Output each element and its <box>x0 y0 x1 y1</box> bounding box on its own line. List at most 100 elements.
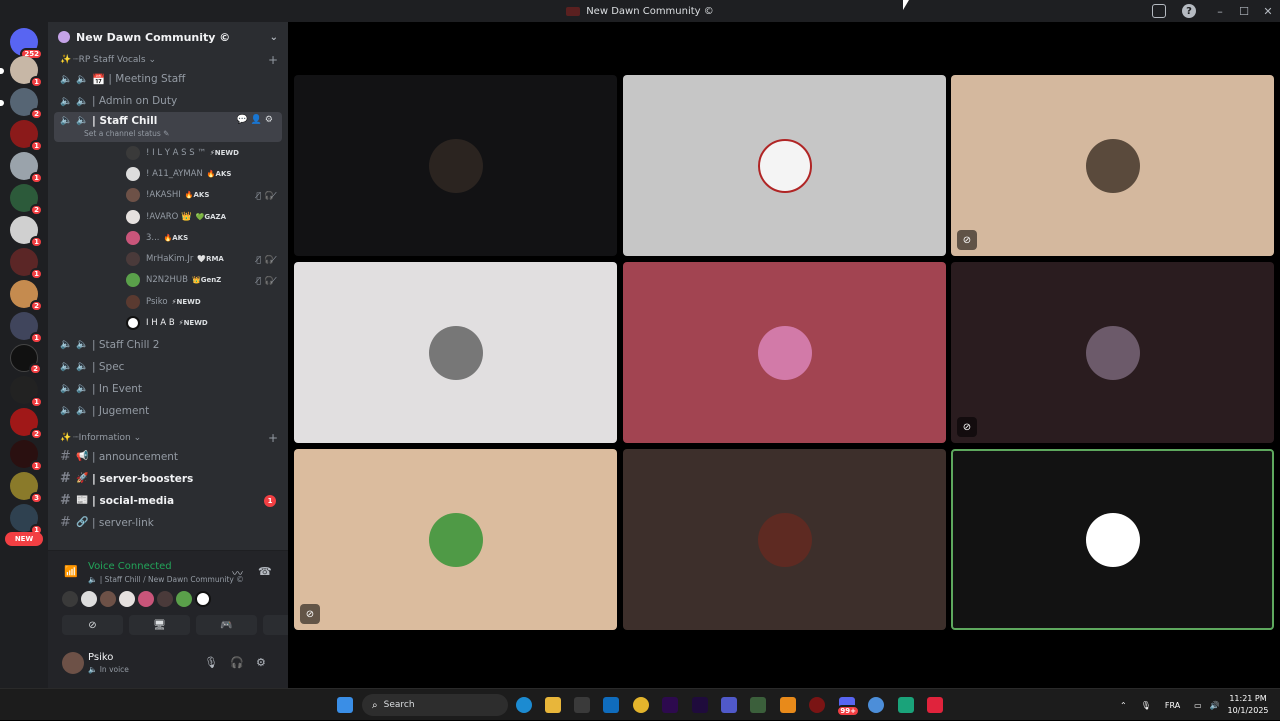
participant-tile[interactable] <box>294 75 617 256</box>
channel-tools[interactable]: 💬👤⚙ <box>237 115 276 125</box>
voice-member[interactable]: 3... 🔥AKS <box>48 227 288 248</box>
participant-tile[interactable] <box>294 262 617 443</box>
screen-share-button[interactable]: 🖥 <box>129 615 190 635</box>
voice-member[interactable]: !AKASHI 🔥AKS 🎙̸🎧̸ <box>48 185 288 206</box>
taskbar-search[interactable]: ⌕ Search <box>362 694 508 716</box>
participant-tile[interactable]: ⊘ <box>951 75 1274 256</box>
server-icon[interactable]: 2 <box>10 280 43 312</box>
avatar[interactable] <box>157 591 173 607</box>
minimize-button[interactable]: – <box>1208 5 1232 18</box>
chrome-icon[interactable] <box>868 697 884 713</box>
voice-channel-path[interactable]: 🔈 | Staff Chill / New Dawn Community © <box>88 575 244 584</box>
channel-spec[interactable]: 🔈 🔈 | Spec <box>54 356 282 378</box>
channel-jugement[interactable]: 🔈 🔈 | Jugement <box>54 400 282 422</box>
server-icon[interactable]: 1 <box>10 216 43 248</box>
voice-member[interactable]: Psiko ⚡NEWD <box>48 291 288 312</box>
server-icon[interactable]: 2 <box>10 344 42 375</box>
voice-member[interactable]: N2N2HUB 👑GenZ 🎙̸🎧̸ <box>48 270 288 291</box>
participant-tile[interactable] <box>623 262 946 443</box>
minecraft-icon[interactable] <box>750 697 766 713</box>
server-icon[interactable]: 1 <box>10 504 43 536</box>
username[interactable]: Psiko <box>88 652 113 663</box>
chevron-up-icon[interactable]: ⌃ <box>1120 701 1127 710</box>
participant-tile[interactable] <box>623 449 946 630</box>
voice-member[interactable]: ! I L Y A S S ™ ⚡NEWD <box>48 142 288 163</box>
microphone-icon[interactable]: 🎙 <box>204 656 218 669</box>
avatar[interactable] <box>62 591 78 607</box>
app-icon[interactable] <box>809 697 825 713</box>
direct-messages-button[interactable]: 252 <box>10 28 43 60</box>
channel-meeting-staff[interactable]: 🔈 🔈 📅 | Meeting Staff <box>54 68 282 90</box>
channel-server-link[interactable]: # 🔗 | server-link <box>54 512 282 534</box>
server-icon[interactable]: 2 <box>10 184 43 216</box>
display-icon[interactable]: ▭ <box>1194 701 1202 710</box>
store-icon[interactable] <box>574 697 590 713</box>
channel-social-media[interactable]: # 📰 | social-media 1 <box>54 490 282 512</box>
app-icon[interactable] <box>927 697 943 713</box>
avatar[interactable] <box>100 591 116 607</box>
gear-icon[interactable]: ⚙ <box>256 656 266 669</box>
channel-server-boosters[interactable]: # 🚀 | server-boosters <box>54 468 282 490</box>
channel-staff-chill-2[interactable]: 🔈 🔈 | Staff Chill 2 <box>54 334 282 356</box>
channel-admin-on-duty[interactable]: 🔈 🔈 | Admin on Duty <box>54 90 282 112</box>
category-information[interactable]: ✨ ┈Information ⌄ + <box>48 430 288 446</box>
after-effects-icon[interactable] <box>692 697 708 713</box>
avatar[interactable] <box>195 591 211 607</box>
discord-icon[interactable]: 99+ <box>836 697 860 717</box>
avatar[interactable] <box>62 652 84 674</box>
inbox-icon[interactable] <box>1152 4 1166 18</box>
participant-tile[interactable] <box>623 75 946 256</box>
voice-member[interactable]: ! A11_AYMAN 🔥AKS <box>48 163 288 184</box>
voice-status[interactable]: Voice Connected <box>88 561 172 572</box>
avatar[interactable] <box>176 591 192 607</box>
avatar[interactable] <box>119 591 135 607</box>
app-icon[interactable] <box>898 697 914 713</box>
volume-icon[interactable]: 🔊 <box>1210 701 1220 710</box>
server-icon[interactable]: 1 <box>10 248 43 280</box>
add-channel-icon[interactable]: + <box>268 53 278 67</box>
server-icon[interactable]: 1 <box>10 312 43 344</box>
category-rp-staff-vocals[interactable]: ✨ ┈RP Staff Vocals ⌄ + <box>48 52 288 68</box>
voice-member[interactable]: !AVARO 👑 💚GAZA <box>48 206 288 227</box>
channel-staff-chill[interactable]: 🔈 🔈 | Staff Chill 💬👤⚙ Set a channel statu… <box>54 112 282 142</box>
server-icon[interactable]: 1 <box>10 56 43 88</box>
avatar[interactable] <box>138 591 154 607</box>
channel-announcement[interactable]: # 📢 | announcement <box>54 446 282 468</box>
channel-in-event[interactable]: 🔈 🔈 | In Event <box>54 378 282 400</box>
premiere-icon[interactable] <box>662 697 678 713</box>
microphone-icon[interactable]: 🎙 <box>1141 701 1151 710</box>
outlook-icon[interactable] <box>603 697 619 713</box>
server-icon[interactable]: 2 <box>10 408 43 440</box>
start-icon[interactable] <box>337 697 353 713</box>
activities-button[interactable]: 🎮 <box>196 615 257 635</box>
channel-status[interactable]: Set a channel status ✎ <box>60 129 276 138</box>
signal-icon[interactable]: 📶 <box>64 565 78 578</box>
server-icon[interactable]: 1 <box>10 152 43 184</box>
edge-icon[interactable] <box>516 697 532 713</box>
help-icon[interactable]: ? <box>1182 4 1196 18</box>
teams-icon[interactable] <box>721 697 737 713</box>
server-icon[interactable]: 2 <box>10 88 43 120</box>
chrome-icon[interactable] <box>633 697 649 713</box>
server-icon[interactable]: 1 <box>10 440 43 472</box>
app-icon[interactable] <box>780 697 796 713</box>
new-unreads-pill[interactable]: NEW <box>5 532 43 546</box>
chevron-down-icon[interactable]: ⌄ <box>270 32 278 43</box>
close-button[interactable]: ✕ <box>1256 5 1280 18</box>
camera-off-button[interactable]: ⊘ <box>62 615 123 635</box>
add-channel-icon[interactable]: + <box>268 431 278 445</box>
voice-member[interactable]: I H A B ⚡NEWD <box>48 312 288 333</box>
participant-tile[interactable]: ⊘ <box>951 262 1274 443</box>
file-explorer-icon[interactable] <box>545 697 561 713</box>
clock[interactable]: 11:21 PM 10/1/2025 <box>1222 693 1274 717</box>
disconnect-icon[interactable]: ☎ <box>258 565 272 578</box>
voice-member[interactable]: MrHaKim.Jr 🤍RMA 🎙̸🎧̸ <box>48 248 288 269</box>
maximize-button[interactable]: ☐ <box>1232 5 1256 18</box>
server-icon[interactable]: 3 <box>10 472 43 504</box>
headphones-icon[interactable]: 🎧 <box>230 656 244 669</box>
participant-tile[interactable]: ⊘ <box>294 449 617 630</box>
language-indicator[interactable]: FRA <box>1165 701 1180 710</box>
server-icon[interactable]: 1 <box>10 120 43 152</box>
participant-tile-speaking[interactable] <box>951 449 1274 630</box>
noise-suppression-icon[interactable]: 〰 <box>232 565 243 581</box>
